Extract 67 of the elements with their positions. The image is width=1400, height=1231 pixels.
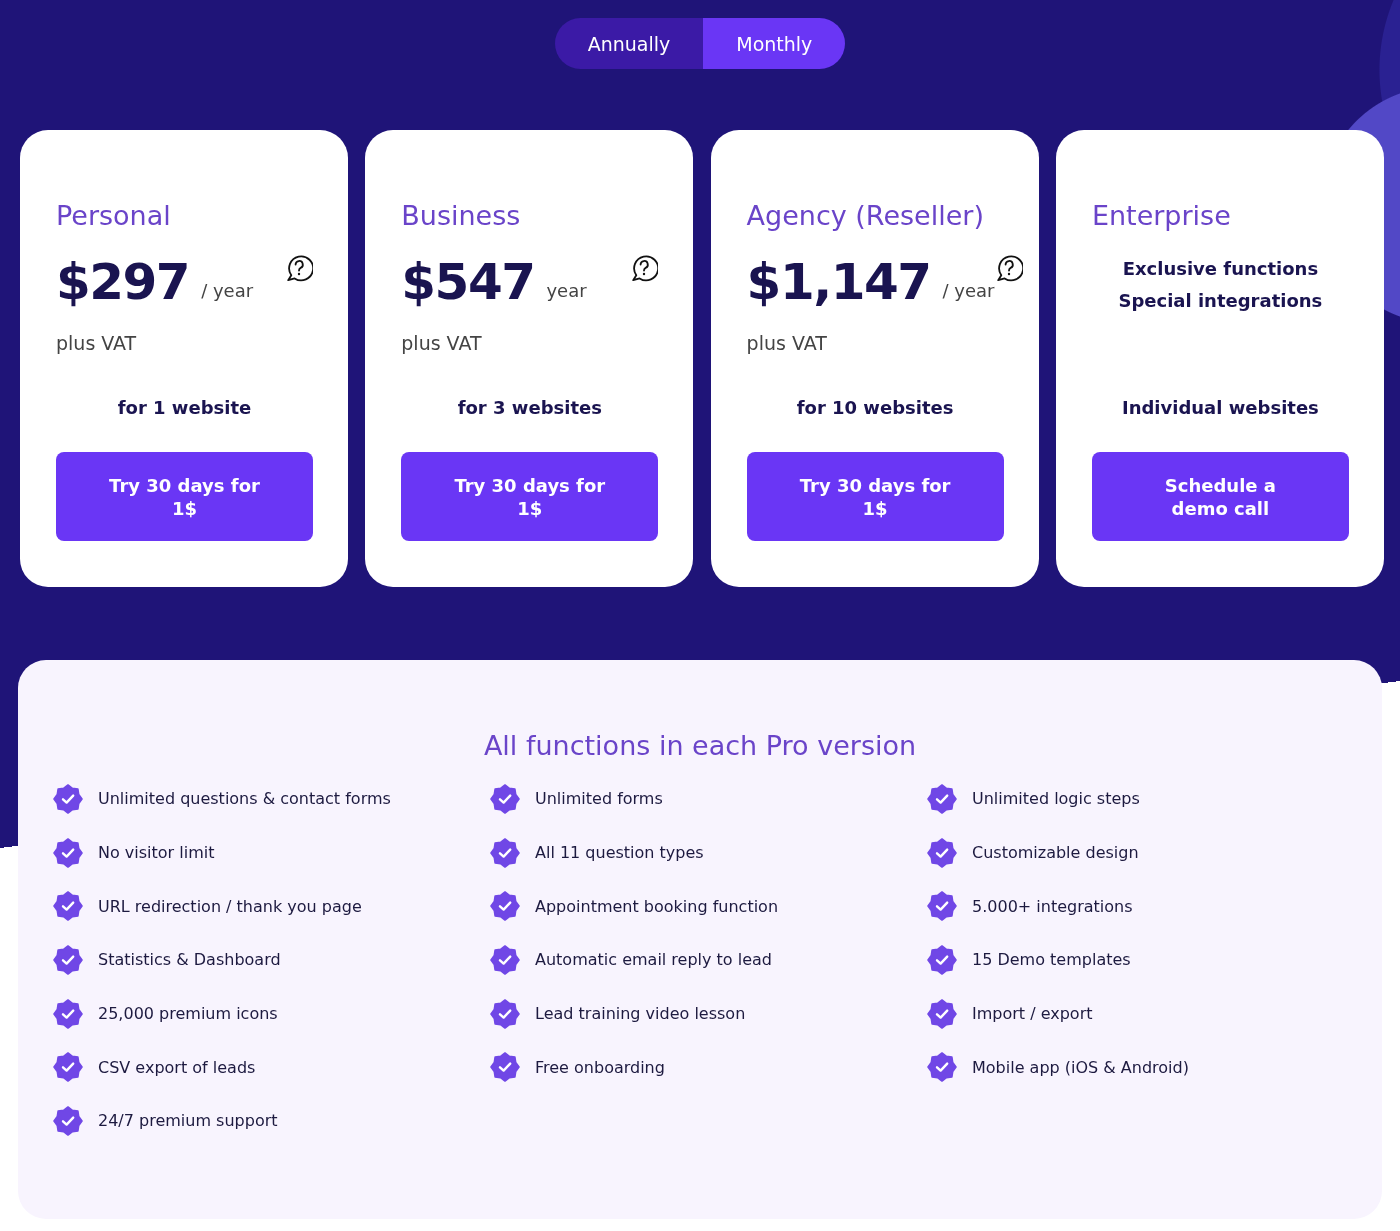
verified-check-badge-icon	[490, 837, 520, 868]
billing-period: year	[546, 279, 587, 303]
verified-check-badge-icon	[927, 1052, 957, 1083]
feature-label: Statistics & Dashboard	[98, 950, 281, 970]
website-allowance: Individual websites	[1121, 396, 1319, 420]
tax-note: plus VAT	[56, 331, 138, 356]
verified-check-badge-icon	[490, 1052, 520, 1083]
plan-cta-button[interactable]: Try 30 days for 1$	[746, 452, 1004, 541]
billing-period: / year	[942, 279, 995, 303]
feature-label: No visitor limit	[98, 843, 215, 863]
verified-check-badge-icon	[53, 891, 83, 922]
feature-label: Free onboarding	[535, 1057, 665, 1077]
tax-note: plus VAT	[746, 331, 828, 356]
verified-check-badge-icon	[53, 783, 83, 814]
verified-check-badge-icon	[927, 783, 957, 814]
feature-label: Appointment booking function	[535, 896, 779, 916]
verified-check-badge-icon	[53, 998, 83, 1029]
feature-label: Lead training video lesson	[535, 1004, 746, 1024]
question-bubble-icon[interactable]	[994, 254, 1023, 282]
plan-price: $1,147	[746, 252, 931, 312]
verified-check-badge-icon	[927, 944, 957, 975]
tax-note: plus VAT	[401, 331, 483, 356]
verified-check-badge-icon	[53, 944, 83, 975]
features-title: All functions in each Pro version	[483, 729, 917, 763]
feature-label: Unlimited logic steps	[972, 789, 1140, 809]
verified-check-badge-icon	[927, 998, 957, 1029]
plan-name: Personal	[56, 199, 172, 233]
verified-check-badge-icon	[53, 1105, 83, 1136]
verified-check-badge-icon	[490, 944, 520, 975]
verified-check-badge-icon	[53, 837, 83, 868]
website-allowance: for 3 websites	[457, 396, 602, 420]
feature-label: 24/7 premium support	[98, 1111, 278, 1131]
verified-check-badge-icon	[927, 891, 957, 922]
verified-check-badge-icon	[53, 1052, 83, 1083]
billing-toggle-option[interactable]: Monthly	[703, 18, 846, 69]
website-allowance: for 10 websites	[796, 396, 954, 420]
verified-check-badge-icon	[490, 891, 520, 922]
plan-price: $297	[56, 252, 190, 312]
feature-label: CSV export of leads	[98, 1057, 256, 1077]
plan-highlight: Special integrations	[1118, 289, 1323, 313]
feature-label: 5.000+ integrations	[972, 896, 1133, 916]
verified-check-badge-icon	[927, 837, 957, 868]
plan-cta-button[interactable]: Try 30 days for 1$	[56, 452, 313, 541]
plan-name: Agency (Reseller)	[746, 199, 985, 233]
plan-price: $547	[401, 252, 535, 312]
billing-toggle-option[interactable]: Annually	[554, 18, 704, 69]
question-bubble-icon[interactable]	[285, 254, 313, 282]
plan-cta-button[interactable]: Schedule a demo call	[1091, 452, 1349, 541]
plan-name: Enterprise	[1091, 199, 1232, 233]
feature-label: Automatic email reply to lead	[535, 950, 772, 970]
verified-check-badge-icon	[490, 783, 520, 814]
feature-label: Unlimited questions & contact forms	[98, 789, 391, 809]
feature-label: Import / export	[972, 1004, 1093, 1024]
plan-highlight: Exclusive functions	[1122, 257, 1319, 281]
plan-cta-button[interactable]: Try 30 days for 1$	[401, 452, 659, 541]
website-allowance: for 1 website	[117, 396, 252, 420]
feature-label: All 11 question types	[535, 843, 704, 863]
plan-name: Business	[401, 199, 522, 233]
feature-label: Unlimited forms	[535, 789, 663, 809]
billing-period: / year	[201, 279, 254, 303]
feature-label: URL redirection / thank you page	[98, 896, 362, 916]
feature-label: 15 Demo templates	[972, 950, 1131, 970]
feature-label: Mobile app (iOS & Android)	[972, 1057, 1189, 1077]
feature-label: 25,000 premium icons	[98, 1004, 278, 1024]
feature-label: Customizable design	[972, 843, 1139, 863]
verified-check-badge-icon	[490, 998, 520, 1029]
question-bubble-icon[interactable]	[630, 254, 659, 282]
